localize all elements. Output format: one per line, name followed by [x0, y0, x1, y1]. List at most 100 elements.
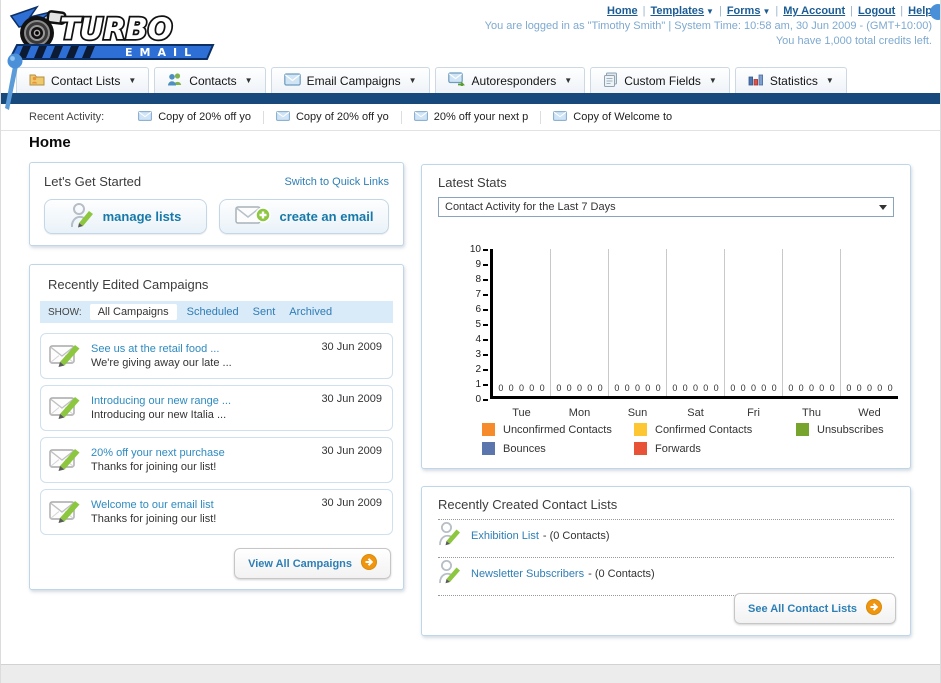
contact-list-count: - (0 Contacts) — [542, 530, 610, 542]
stats-report-selected-value: Contact Activity for the Last 7 Days — [445, 201, 616, 213]
bar-value-label: 0 — [624, 383, 630, 393]
recent-activity-item-label: Copy of 20% off yo — [295, 111, 389, 123]
y-tick-mark — [483, 308, 488, 311]
bar-value-label: 0 — [771, 383, 777, 393]
bar-value-label: 0 — [808, 383, 814, 393]
campaign-list-item[interactable]: Welcome to our email list Thanks for join… — [40, 489, 393, 535]
nav-tab-contacts[interactable]: Contacts ▼ — [154, 67, 266, 93]
campaign-date: 30 Jun 2009 — [321, 445, 382, 457]
bar-value-label: 0 — [508, 383, 514, 393]
campaign-title-link[interactable]: Welcome to our email list — [91, 499, 216, 511]
divider — [438, 557, 894, 558]
nav-tab-email-campaigns[interactable]: Email Campaigns ▼ — [270, 67, 430, 93]
custom-fields-icon — [603, 72, 618, 90]
top-link-help[interactable]: Help — [908, 5, 932, 17]
x-axis-label: Sat — [687, 407, 704, 419]
legend-swatch — [796, 423, 809, 436]
switch-to-quick-links-link[interactable]: Switch to Quick Links — [284, 176, 389, 188]
top-link-logout[interactable]: Logout — [858, 5, 895, 17]
person-pencil-small-icon — [438, 521, 461, 551]
contact-list-name-link[interactable]: Exhibition List — [471, 530, 539, 542]
view-all-campaigns-button[interactable]: View All Campaigns — [234, 548, 391, 579]
create-email-label: create an email — [279, 209, 374, 224]
campaign-list-item[interactable]: See us at the retail food ... We're givin… — [40, 333, 393, 379]
campaign-list-item[interactable]: Introducing our new range ... Introducing… — [40, 385, 393, 431]
top-link-templates[interactable]: Templates — [650, 5, 704, 17]
y-tick-mark — [483, 398, 488, 401]
bar-value-label: 0 — [703, 383, 709, 393]
chart-day-group: 0 0 0 0 0 Sun — [609, 249, 667, 419]
app-window: TURBO EMAIL Home | Templates ▼ | Forms ▼ | My Ac… — [0, 0, 941, 683]
y-tick-mark — [483, 278, 488, 281]
create-an-email-button[interactable]: create an email — [219, 199, 389, 234]
y-tick-mark — [483, 353, 488, 356]
bar-value-label: 0 — [614, 383, 620, 393]
top-navigation: Home | Templates ▼ | Forms ▼ | My Account | Logout… — [485, 5, 932, 17]
recent-activity-item[interactable]: Copy of 20% off yo — [276, 110, 402, 124]
campaign-date: 30 Jun 2009 — [321, 497, 382, 509]
y-tick-label: 1 — [475, 379, 481, 390]
nav-tab-contact-lists[interactable]: Contact Lists ▼ — [16, 67, 150, 93]
y-tick-mark — [483, 263, 488, 266]
chart-day-group: 0 0 0 0 0 Wed — [841, 249, 898, 419]
nav-tab-label: Contact Lists — [51, 73, 121, 88]
nav-tab-autoresponders[interactable]: Autoresponders ▼ — [434, 67, 586, 93]
get-started-panel: Let's Get Started Switch to Quick Links … — [29, 162, 404, 246]
campaign-title-link[interactable]: Introducing our new range ... — [91, 395, 231, 407]
recent-activity-item-label: Copy of Welcome to — [573, 111, 673, 123]
envelope-pencil-icon — [49, 444, 81, 476]
envelope-pencil-icon — [49, 496, 81, 528]
see-all-contact-lists-button[interactable]: See All Contact Lists — [733, 593, 896, 624]
top-link-home[interactable]: Home — [607, 5, 638, 17]
chevron-down-icon: ▼ — [244, 76, 253, 85]
envelope-pencil-icon — [49, 340, 81, 372]
x-axis-label: Mon — [568, 407, 591, 419]
contact-list-name-link[interactable]: Newsletter Subscribers — [471, 568, 584, 580]
contact-lists-icon — [29, 72, 45, 89]
chevron-down-icon: ▼ — [825, 76, 834, 85]
bar-value-label: 0 — [819, 383, 825, 393]
campaign-filter-archived[interactable]: Archived — [289, 306, 332, 318]
campaign-title-link[interactable]: See us at the retail food ... — [91, 343, 232, 355]
envelope-plus-icon — [234, 203, 271, 230]
contact-list-item[interactable]: Exhibition List - (0 Contacts) — [438, 522, 894, 550]
campaign-subtitle: Thanks for joining our list! — [91, 513, 217, 525]
main-nav: Contact Lists ▼ Contacts ▼ Email Campaigns ▼ A… — [1, 67, 940, 93]
autoresponders-icon — [447, 72, 466, 89]
campaign-date: 30 Jun 2009 — [321, 393, 382, 405]
stats-report-select[interactable]: Contact Activity for the Last 7 Days — [438, 197, 894, 217]
y-tick-label: 2 — [475, 364, 481, 375]
manage-lists-button[interactable]: manage lists — [44, 199, 207, 234]
campaign-filter-scheduled[interactable]: Scheduled — [187, 306, 239, 318]
chart-day-group: 0 0 0 0 0 Tue — [493, 249, 551, 419]
recent-activity-item[interactable]: Copy of 20% off yo — [138, 110, 264, 124]
nav-tab-label: Contacts — [189, 73, 237, 88]
y-tick-label: 10 — [469, 244, 481, 255]
campaign-subtitle: We're giving away our late ... — [91, 357, 232, 369]
campaign-title-link[interactable]: 20% off your next purchase — [91, 447, 225, 459]
nav-tab-label: Custom Fields — [624, 73, 701, 88]
recent-activity-item[interactable]: Copy of Welcome to — [553, 110, 684, 124]
top-link-my-account[interactable]: My Account — [783, 5, 845, 17]
bar-value-label: 0 — [750, 383, 756, 393]
contact-list-item[interactable]: Newsletter Subscribers - (0 Contacts) — [438, 560, 894, 588]
chevron-down-icon — [879, 205, 887, 210]
campaign-filter-all-campaigns[interactable]: All Campaigns — [89, 304, 177, 320]
legend-item-unsubscribes: Unsubscribes — [796, 423, 884, 436]
campaign-filter-sent[interactable]: Sent — [253, 306, 276, 318]
campaign-list-item[interactable]: 20% off your next purchase Thanks for joi… — [40, 437, 393, 483]
chart-day-group: 0 0 0 0 0 Sat — [667, 249, 725, 419]
nav-tab-custom-fields[interactable]: Custom Fields ▼ — [590, 67, 730, 93]
legend-label: Forwards — [655, 442, 701, 455]
recent-activity-item[interactable]: 20% off your next p — [413, 110, 542, 124]
x-axis-label: Thu — [802, 407, 821, 419]
recent-activity-bar: Recent Activity: Copy of 20% off yo Copy … — [1, 104, 940, 131]
nav-tab-statistics[interactable]: Statistics ▼ — [734, 67, 847, 93]
chart-legend: Unconfirmed Contacts Confirmed Contacts Un… — [482, 423, 884, 455]
x-axis-label: Tue — [512, 407, 531, 419]
chevron-down-icon: ▼ — [708, 76, 717, 85]
top-link-forms[interactable]: Forms — [727, 5, 761, 17]
y-tick-mark — [483, 323, 488, 326]
bar-value-label: 0 — [539, 383, 545, 393]
manage-lists-label: manage lists — [102, 209, 182, 224]
